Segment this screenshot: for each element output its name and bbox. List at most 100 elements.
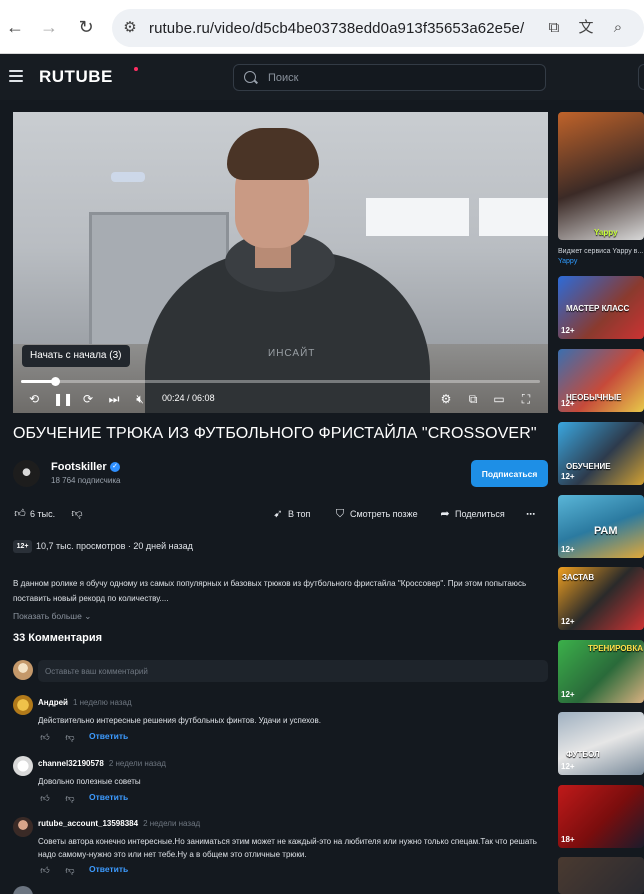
watch-later-button[interactable]: ⛉ Смотреть позже bbox=[333, 507, 418, 521]
reload-icon[interactable]: ↻ bbox=[76, 17, 96, 37]
comment-author[interactable]: channel32190578 2 недели назад bbox=[38, 759, 166, 768]
sidebar-age-badge: 12+ bbox=[561, 762, 575, 771]
view-count: 10,7 тыс. просмотров bbox=[36, 541, 126, 551]
comment-author[interactable]: Андрей 1 неделю назад bbox=[38, 698, 132, 707]
rutube-logo[interactable]: RUTUBE bbox=[39, 67, 113, 87]
comment-avatar[interactable] bbox=[13, 695, 33, 715]
video-title: ОБУЧЕНИЕ ТРЮКА ИЗ ФУТБОЛЬНОГО ФРИСТАЙЛА … bbox=[13, 425, 537, 442]
comment-like-icon[interactable]: 👍︎ bbox=[39, 792, 51, 804]
sidebar-video-thumbnail[interactable]: ОБУЧЕНИЕ 12+ bbox=[558, 422, 644, 485]
comment-text: Действительно интересные решения футболь… bbox=[38, 716, 321, 725]
progress-knob[interactable] bbox=[51, 377, 60, 386]
url-text[interactable]: rutube.ru/video/d5cb4be03738edd0a913f356… bbox=[149, 20, 524, 37]
site-header: RUTUBE bbox=[0, 54, 644, 100]
top-label: В топ bbox=[288, 509, 311, 519]
search-input[interactable] bbox=[268, 65, 528, 90]
comment-avatar[interactable] bbox=[13, 756, 33, 776]
comment-dislike-icon[interactable]: 👎︎ bbox=[64, 792, 76, 804]
comment-time: 2 недели назад bbox=[143, 819, 201, 828]
share-button[interactable]: ➦ Поделиться bbox=[438, 507, 504, 521]
top-button[interactable]: ➹ В топ bbox=[271, 507, 310, 521]
sidebar-video-thumbnail[interactable]: 18+ bbox=[558, 785, 644, 848]
sidebar-video-caption: ТРЕНИРОВКА bbox=[588, 644, 643, 653]
sidebar-video-caption: ЗАСТАВ bbox=[562, 573, 595, 582]
search-box[interactable] bbox=[233, 64, 546, 91]
current-time: 00:24 bbox=[162, 393, 185, 403]
pause-icon[interactable]: ❚❚ bbox=[53, 391, 73, 407]
sidebar-video-thumbnail[interactable]: ЗАСТАВ 12+ bbox=[558, 567, 644, 630]
comment-time: 2 недели назад bbox=[108, 759, 166, 768]
bookmark-icon: ⛉ bbox=[335, 508, 345, 520]
theater-mode-icon[interactable]: ▭ bbox=[491, 391, 507, 407]
comment-reply-button[interactable]: Ответить bbox=[89, 864, 128, 874]
watch-later-label: Смотреть позже bbox=[350, 509, 418, 519]
comment-reply-button[interactable]: Ответить bbox=[89, 792, 128, 802]
video-stats: 10,7 тыс. просмотров · 20 дней назад bbox=[36, 541, 193, 551]
header-button[interactable] bbox=[638, 64, 644, 90]
video-scene-window bbox=[479, 198, 548, 236]
sidebar-widget-brand[interactable]: Yappy bbox=[558, 258, 577, 265]
menu-icon[interactable] bbox=[9, 70, 23, 82]
sidebar-age-badge: 12+ bbox=[561, 399, 575, 408]
time-display: 00:24 / 06:08 bbox=[162, 393, 215, 403]
more-options-icon[interactable]: ⋯ bbox=[526, 507, 535, 521]
comment-reply-button[interactable]: Ответить bbox=[89, 731, 128, 741]
comment-dislike-icon[interactable]: 👎︎ bbox=[64, 864, 76, 876]
sidebar-video-caption: Yappy bbox=[594, 228, 618, 237]
sidebar-video-caption: МАСТЕР КЛАСС bbox=[566, 304, 630, 313]
rewind-10-icon[interactable]: ⟲ bbox=[26, 391, 42, 407]
comment-avatar[interactable] bbox=[13, 886, 33, 894]
hoodie-print: ИНСАЙТ bbox=[268, 348, 316, 359]
comment-text: Довольно полезные советы bbox=[38, 777, 141, 786]
comment-avatar[interactable] bbox=[13, 817, 33, 837]
dislike-button[interactable]: 👎︎ bbox=[70, 507, 87, 521]
verified-icon: ✓ bbox=[110, 462, 120, 472]
progress-played bbox=[21, 380, 55, 383]
video-description: В данном ролике я обучу одному из самых … bbox=[13, 579, 527, 603]
subscribe-button[interactable]: Подписаться bbox=[471, 460, 548, 487]
sidebar-video-thumbnail[interactable] bbox=[558, 857, 644, 894]
sidebar-video-thumbnail[interactable]: ФУТБОЛ 12+ bbox=[558, 712, 644, 775]
open-in-window-icon[interactable]: ⧉ bbox=[544, 18, 564, 38]
chevron-down-icon: ⌄ bbox=[84, 611, 92, 621]
channel-name[interactable]: Footskiller bbox=[51, 461, 107, 473]
site-settings-icon[interactable]: ⚙ bbox=[120, 18, 140, 38]
translate-icon[interactable]: 文 bbox=[576, 18, 596, 38]
forward-icon[interactable]: → bbox=[39, 17, 59, 37]
comment-input[interactable] bbox=[38, 660, 548, 682]
channel-avatar[interactable] bbox=[13, 460, 40, 487]
next-icon[interactable]: ⏭ bbox=[106, 391, 122, 407]
mute-icon[interactable]: 🔇︎ bbox=[132, 391, 148, 407]
video-player[interactable]: ИНСАЙТ Начать с начала (3) ⟲ ❚❚ ⟳ ⏭ 🔇︎ 0… bbox=[13, 112, 548, 413]
back-icon[interactable]: ← bbox=[5, 17, 25, 37]
sidebar-widget-label[interactable]: Виджет сервиса Yappy в... bbox=[558, 248, 643, 255]
sidebar-video-thumbnail[interactable]: Yappy bbox=[558, 112, 644, 240]
sidebar-video-thumbnail[interactable]: ТРЕНИРОВКА 12+ bbox=[558, 640, 644, 703]
show-more-link[interactable]: Показать больше ⌄ bbox=[13, 611, 91, 622]
rocket-icon: ➹ bbox=[273, 508, 283, 520]
settings-icon[interactable]: ⚙ bbox=[438, 391, 454, 407]
sidebar-video-thumbnail[interactable]: РАМ 12+ bbox=[558, 495, 644, 558]
logo-dot bbox=[134, 67, 138, 71]
sidebar-video-thumbnail[interactable]: МАСТЕР КЛАСС 12+ bbox=[558, 276, 644, 339]
forward-10-icon[interactable]: ⟳ bbox=[80, 391, 96, 407]
current-user-avatar bbox=[13, 660, 33, 680]
sidebar-video-thumbnail[interactable]: НЕОБЫЧНЫЕ 12+ bbox=[558, 349, 644, 412]
sidebar-age-badge: 12+ bbox=[561, 690, 575, 699]
like-button[interactable]: 👍︎ 6 тыс. bbox=[13, 507, 55, 521]
comment-dislike-icon[interactable]: 👎︎ bbox=[64, 731, 76, 743]
fullscreen-icon[interactable]: ⛶ bbox=[518, 391, 534, 407]
comment-text: Советы автора конечно интересные.Но зани… bbox=[38, 837, 537, 859]
pip-icon[interactable]: ⧉ bbox=[465, 391, 481, 407]
duration: 06:08 bbox=[192, 393, 215, 403]
age-rating-badge: 12+ bbox=[13, 540, 32, 553]
zoom-icon[interactable]: ⌕ bbox=[608, 18, 628, 38]
comment-author[interactable]: rutube_account_13598384 2 недели назад bbox=[38, 819, 200, 828]
search-icon[interactable] bbox=[244, 71, 256, 83]
sidebar-age-badge: 12+ bbox=[561, 545, 575, 554]
show-more-label: Показать больше bbox=[13, 611, 82, 621]
address-bar[interactable]: ⚙ rutube.ru/video/d5cb4be03738edd0a913f3… bbox=[112, 9, 644, 47]
progress-bar[interactable] bbox=[21, 377, 540, 386]
comment-like-icon[interactable]: 👍︎ bbox=[39, 731, 51, 743]
comment-like-icon[interactable]: 👍︎ bbox=[39, 864, 51, 876]
